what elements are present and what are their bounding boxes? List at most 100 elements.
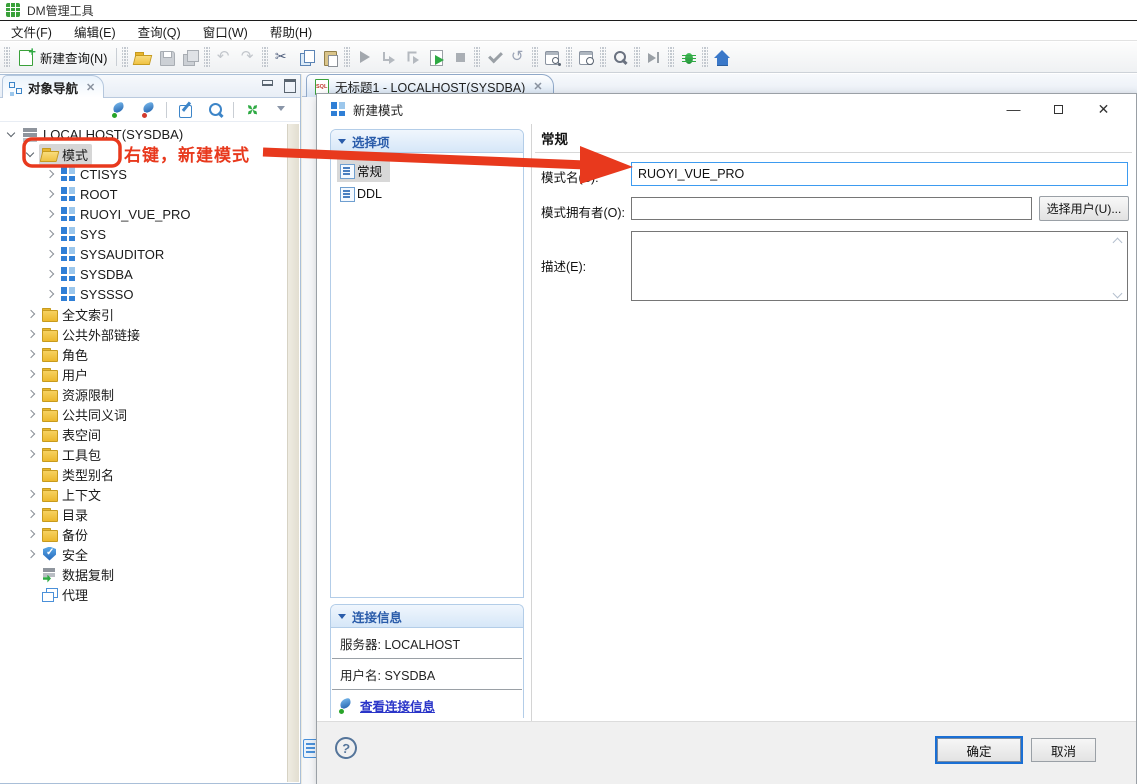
- redo-button[interactable]: [236, 45, 260, 69]
- debug-button[interactable]: [676, 45, 700, 69]
- search-button[interactable]: [203, 98, 227, 122]
- tree-item-ROOT[interactable]: ROOT: [0, 184, 282, 204]
- step-over-button[interactable]: [376, 45, 400, 69]
- tree-node[interactable]: 资源限制: [39, 384, 118, 405]
- option-item-常规[interactable]: 常规: [337, 159, 390, 182]
- tree-item-数据复制[interactable]: 数据复制: [0, 564, 282, 584]
- scroll-down-icon[interactable]: [1114, 290, 1122, 298]
- dialog-maximize-button[interactable]: [1036, 96, 1081, 122]
- tree-item-模式[interactable]: 模式: [0, 144, 282, 164]
- tab-close-icon[interactable]: ✕: [530, 80, 542, 93]
- chevron-right-icon[interactable]: [23, 506, 39, 522]
- undo-button[interactable]: [212, 45, 236, 69]
- edit-button[interactable]: [173, 98, 197, 122]
- option-item-DDL[interactable]: DDL: [337, 184, 390, 203]
- tree-node[interactable]: 模式: [39, 144, 92, 165]
- chevron-right-icon[interactable]: [23, 486, 39, 502]
- maximize-view-icon[interactable]: [284, 79, 294, 89]
- calendar-clock-button[interactable]: [574, 45, 598, 69]
- chevron-right-icon[interactable]: [23, 546, 39, 562]
- options-section-header[interactable]: 选择项: [331, 130, 523, 153]
- tree-node[interactable]: LOCALHOST(SYSDBA): [20, 125, 187, 144]
- collapse-all-button[interactable]: [240, 98, 264, 122]
- dialog-close-button[interactable]: ✕: [1081, 96, 1126, 122]
- tree-item-备份[interactable]: 备份: [0, 524, 282, 544]
- tree-node[interactable]: 公共外部链接: [39, 324, 144, 345]
- view-connection-link[interactable]: 查看连接信息: [360, 696, 435, 715]
- chevron-right-icon[interactable]: [23, 386, 39, 402]
- connect-button[interactable]: [106, 98, 130, 122]
- tab-close-icon[interactable]: ✕: [83, 81, 95, 94]
- tree-node[interactable]: 角色: [39, 344, 92, 365]
- tree-node[interactable]: 全文索引: [39, 304, 118, 325]
- tree-node[interactable]: SYS: [58, 225, 110, 243]
- tree-item-SYSDBA[interactable]: SYSDBA: [0, 264, 282, 284]
- chevron-right-icon[interactable]: [23, 526, 39, 542]
- tree-item-全文索引[interactable]: 全文索引: [0, 304, 282, 324]
- new-query-button[interactable]: 新建查询(N): [12, 46, 113, 69]
- skip-button[interactable]: [642, 45, 666, 69]
- tree-node[interactable]: 用户: [39, 364, 92, 385]
- minimize-view-icon[interactable]: [262, 79, 272, 89]
- chevron-right-icon[interactable]: [23, 446, 39, 462]
- chevron-right-icon[interactable]: [42, 166, 58, 182]
- tree-item-上下文[interactable]: 上下文: [0, 484, 282, 504]
- tree-item-公共外部链接[interactable]: 公共外部链接: [0, 324, 282, 344]
- chevron-right-icon[interactable]: [23, 326, 39, 342]
- tree-item-角色[interactable]: 角色: [0, 344, 282, 364]
- chevron-right-icon[interactable]: [23, 406, 39, 422]
- home-button[interactable]: [710, 45, 734, 69]
- dialog-minimize-button[interactable]: —: [991, 96, 1036, 122]
- chevron-right-icon[interactable]: [42, 226, 58, 242]
- tree-node[interactable]: ROOT: [58, 185, 122, 203]
- schema-name-input[interactable]: [631, 162, 1128, 186]
- tab-object-navigation[interactable]: 对象导航 ✕: [2, 75, 104, 98]
- tree-node[interactable]: SYSAUDITOR: [58, 245, 168, 263]
- tree-node[interactable]: 公共同义词: [39, 404, 131, 425]
- pin-search-button[interactable]: [608, 45, 632, 69]
- tree-node[interactable]: 表空间: [39, 424, 105, 445]
- open-button[interactable]: [130, 45, 154, 69]
- view-menu-button[interactable]: [270, 98, 294, 122]
- copy-button[interactable]: [294, 45, 318, 69]
- paste-button[interactable]: [318, 45, 342, 69]
- schema-owner-input[interactable]: [631, 197, 1032, 220]
- check-button[interactable]: [482, 45, 506, 69]
- tree-scrollbar[interactable]: [287, 124, 299, 782]
- help-icon[interactable]: ?: [334, 736, 359, 761]
- ok-button[interactable]: 确定: [937, 738, 1021, 762]
- run-script-button[interactable]: [424, 45, 448, 69]
- tree-node[interactable]: 代理: [39, 584, 92, 605]
- chevron-right-icon[interactable]: [42, 186, 58, 202]
- stop-button[interactable]: [448, 45, 472, 69]
- scroll-up-icon[interactable]: [1114, 237, 1122, 245]
- cut-button[interactable]: [270, 45, 294, 69]
- menu-item[interactable]: 编辑(E): [63, 22, 127, 41]
- chevron-right-icon[interactable]: [42, 206, 58, 222]
- menu-item[interactable]: 窗口(W): [192, 22, 259, 41]
- tree-item-SYS[interactable]: SYS: [0, 224, 282, 244]
- chevron-right-icon[interactable]: [42, 286, 58, 302]
- chevron-right-icon[interactable]: [23, 306, 39, 322]
- tree-node[interactable]: 类型别名: [39, 464, 118, 485]
- tree-item-工具包[interactable]: 工具包: [0, 444, 282, 464]
- chevron-down-icon[interactable]: [23, 146, 39, 162]
- save-all-button[interactable]: [178, 45, 202, 69]
- rollback-button[interactable]: [506, 45, 530, 69]
- save-button[interactable]: [154, 45, 178, 69]
- tree-item-SYSSSO[interactable]: SYSSSO: [0, 284, 282, 304]
- tree-item-安全[interactable]: 安全: [0, 544, 282, 564]
- tree-node[interactable]: 安全: [39, 544, 92, 565]
- tree-node[interactable]: 数据复制: [39, 564, 118, 585]
- tree-node[interactable]: 工具包: [39, 444, 105, 465]
- step-into-button[interactable]: [400, 45, 424, 69]
- select-user-button[interactable]: 选择用户(U)...: [1039, 196, 1129, 221]
- tree-item-目录[interactable]: 目录: [0, 504, 282, 524]
- description-textarea[interactable]: [631, 231, 1128, 301]
- tree-node[interactable]: SYSDBA: [58, 265, 137, 283]
- tree-node[interactable]: 上下文: [39, 484, 105, 505]
- tree-item-资源限制[interactable]: 资源限制: [0, 384, 282, 404]
- chevron-right-icon[interactable]: [42, 246, 58, 262]
- chevron-right-icon[interactable]: [23, 426, 39, 442]
- tree-item-代理[interactable]: 代理: [0, 584, 282, 604]
